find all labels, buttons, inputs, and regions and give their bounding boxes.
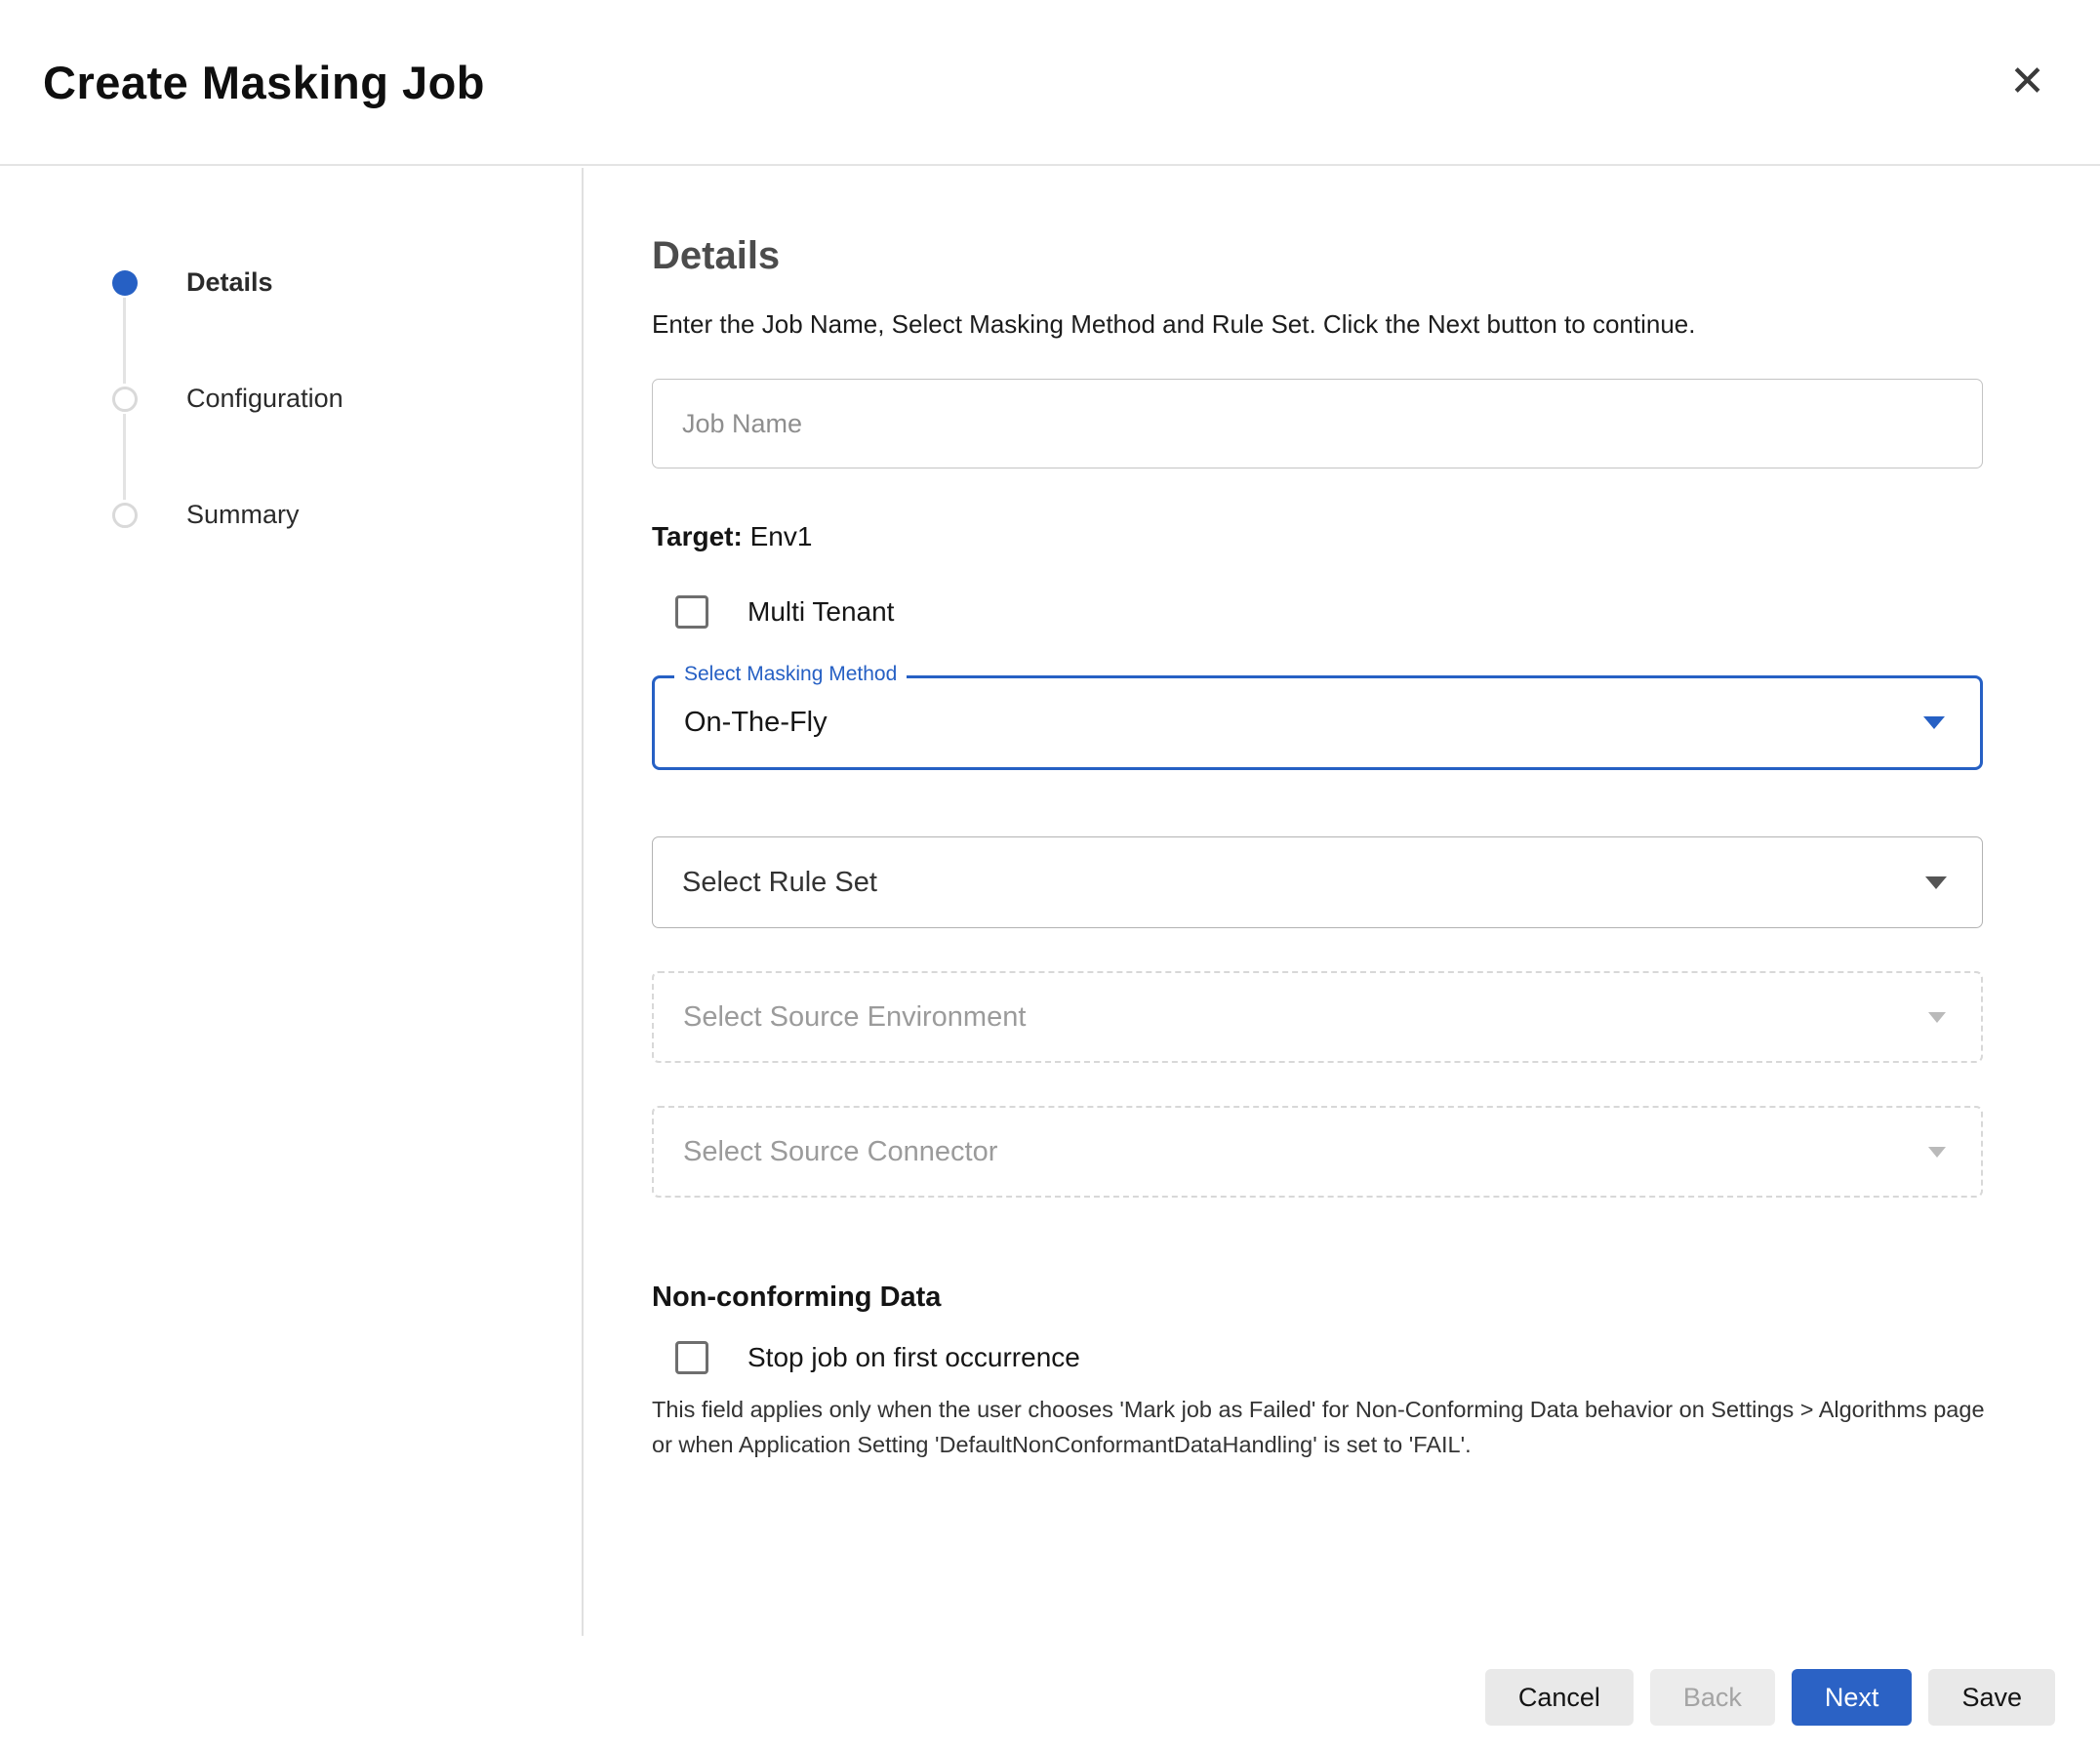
job-name-field <box>652 379 1983 468</box>
target-label: Target: <box>652 521 743 551</box>
dialog-title: Create Masking Job <box>43 56 485 109</box>
source-connector-select: Select Source Connector <box>652 1106 1983 1198</box>
chevron-down-icon <box>1923 716 1945 729</box>
stop-job-checkbox[interactable] <box>675 1341 708 1374</box>
panel-description: Enter the Job Name, Select Masking Metho… <box>652 309 2026 340</box>
job-name-input[interactable] <box>653 380 1982 468</box>
back-button[interactable]: Back <box>1650 1669 1775 1726</box>
details-panel: Details Enter the Job Name, Select Maski… <box>582 166 2026 1634</box>
non-conforming-helper-text: This field applies only when the user ch… <box>652 1392 1989 1463</box>
dialog-header: Create Masking Job ✕ <box>0 0 2100 166</box>
panel-heading: Details <box>652 234 2026 278</box>
cancel-button[interactable]: Cancel <box>1485 1669 1634 1726</box>
create-masking-job-dialog: Create Masking Job ✕ Details Configurati… <box>0 0 2100 1751</box>
stepper-step-summary[interactable]: Summary <box>0 500 582 530</box>
stop-job-row: Stop job on first occurrence <box>652 1341 2026 1374</box>
rule-set-select[interactable]: Select Rule Set <box>652 836 1983 928</box>
dialog-footer: Cancel Back Next Save <box>1485 1669 2055 1726</box>
step-active-dot-icon <box>112 270 138 296</box>
rule-set-placeholder: Select Rule Set <box>682 867 877 899</box>
multi-tenant-label: Multi Tenant <box>747 596 894 628</box>
target-line: Target: Env1 <box>652 521 2026 552</box>
masking-method-float-label: Select Masking Method <box>674 663 907 686</box>
source-environment-select: Select Source Environment <box>652 971 1983 1063</box>
chevron-down-icon <box>1928 1012 1946 1023</box>
next-button[interactable]: Next <box>1792 1669 1913 1726</box>
step-label: Details <box>186 267 273 298</box>
chevron-down-icon <box>1925 876 1947 889</box>
stop-job-label: Stop job on first occurrence <box>747 1342 1080 1373</box>
step-label: Summary <box>186 500 300 530</box>
stepper-step-configuration[interactable]: Configuration <box>0 384 582 414</box>
source-connector-placeholder: Select Source Connector <box>683 1136 997 1168</box>
vertical-divider <box>582 168 584 1636</box>
multi-tenant-row: Multi Tenant <box>652 595 2026 629</box>
close-icon[interactable]: ✕ <box>2005 57 2049 107</box>
non-conforming-heading: Non-conforming Data <box>652 1282 2026 1314</box>
masking-method-select[interactable]: Select Masking Method On-The-Fly <box>652 675 1983 770</box>
stepper: Details Configuration Summary <box>0 166 582 1634</box>
step-pending-dot-icon <box>112 503 138 528</box>
save-button[interactable]: Save <box>1928 1669 2055 1726</box>
chevron-down-icon <box>1928 1147 1946 1158</box>
masking-method-value: On-The-Fly <box>684 707 828 739</box>
stepper-step-details[interactable]: Details <box>0 267 582 298</box>
dialog-body: Details Configuration Summary Details En… <box>0 166 2100 1634</box>
step-connector-line <box>123 414 126 500</box>
target-value: Env1 <box>750 521 813 551</box>
step-label: Configuration <box>186 384 343 414</box>
step-pending-dot-icon <box>112 387 138 412</box>
step-connector-line <box>123 298 126 384</box>
source-environment-placeholder: Select Source Environment <box>683 1001 1026 1034</box>
multi-tenant-checkbox[interactable] <box>675 595 708 629</box>
